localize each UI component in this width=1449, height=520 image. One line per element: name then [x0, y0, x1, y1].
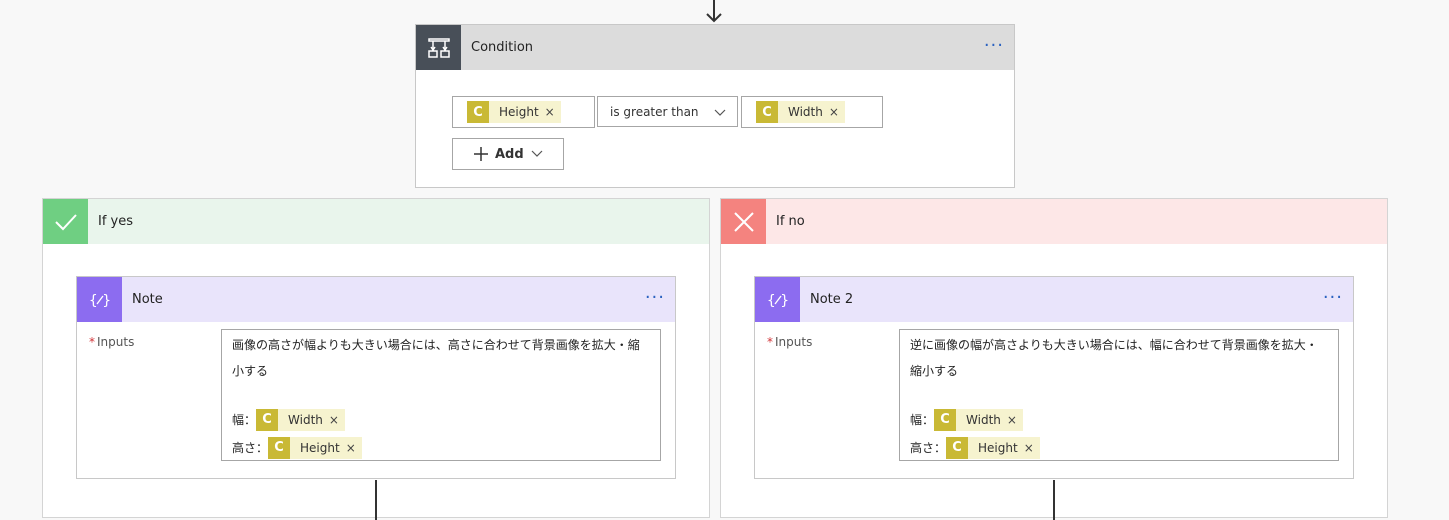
height-line: 高さ： C Height × — [910, 434, 1328, 462]
operator-select[interactable]: is greater than — [597, 96, 738, 127]
note-title: Note — [132, 292, 163, 307]
height-token: C Height × — [946, 437, 1040, 459]
compose-icon: C — [268, 437, 291, 459]
condition-more-menu-icon[interactable]: ··· — [984, 36, 1004, 56]
width-token: C Width × — [934, 409, 1023, 431]
token-label: Height — [499, 105, 539, 119]
width-prefix: 幅： — [232, 413, 257, 427]
note-2-more-menu-icon[interactable]: ··· — [1323, 288, 1343, 308]
note-text-line-1: 画像の高さが幅よりも大きい場合には、高さに合わせて背景画像を拡大・縮 — [232, 338, 640, 352]
inputs-field[interactable]: 画像の高さが幅よりも大きい場合には、高さに合わせて背景画像を拡大・縮 小する 幅… — [221, 329, 661, 461]
note-text-line-2: 小する — [232, 364, 269, 378]
token-remove-icon[interactable]: × — [1024, 435, 1034, 461]
note-card: { } Note ··· * Inputs 画像の高さが幅よりも大きい場合には、高… — [76, 276, 676, 479]
height-token: C Height × — [467, 101, 561, 123]
height-prefix: 高さ： — [232, 441, 269, 455]
if-yes-branch: If yes { } Note ··· * Inputs 画像の高さが幅よりも大き… — [42, 198, 710, 520]
variable-icon: { } — [755, 277, 800, 322]
flow-arrow-down-icon — [704, 0, 724, 24]
token-label: Width — [288, 413, 323, 427]
if-no-branch: If no { } Note 2 ··· * Inputs 逆に画像の幅が高さより… — [720, 198, 1388, 520]
compose-icon: C — [934, 409, 957, 431]
token-remove-icon[interactable]: × — [545, 105, 555, 119]
token-remove-icon[interactable]: × — [329, 407, 339, 433]
width-line: 幅： C Width × — [910, 406, 1328, 434]
variable-icon: { } — [77, 277, 122, 322]
condition-right-operand[interactable]: C Width × — [741, 96, 883, 128]
note-2-title: Note 2 — [810, 292, 854, 307]
condition-icon — [416, 25, 461, 70]
required-asterisk: * — [767, 335, 773, 349]
width-token: C Width × — [756, 101, 845, 123]
token-label: Width — [788, 105, 823, 119]
token-remove-icon[interactable]: × — [1007, 407, 1017, 433]
note-text-line-1: 逆に画像の幅が高さよりも大きい場合には、幅に合わせて背景画像を拡大・ — [910, 338, 1318, 352]
chevron-down-icon — [713, 105, 727, 124]
compose-icon: C — [946, 437, 969, 459]
token-label: Width — [966, 413, 1001, 427]
compose-icon: C — [756, 101, 778, 123]
width-prefix: 幅： — [910, 413, 935, 427]
width-token: C Width × — [256, 409, 345, 431]
token-label: Height — [300, 441, 340, 455]
required-asterisk: * — [89, 335, 95, 349]
plus-icon — [473, 146, 489, 162]
if-no-title: If no — [776, 214, 805, 229]
condition-title: Condition — [471, 40, 534, 55]
inputs-field[interactable]: 逆に画像の幅が高さよりも大きい場合には、幅に合わせて背景画像を拡大・ 縮小する … — [899, 329, 1339, 461]
compose-icon: C — [467, 101, 489, 123]
token-label: Height — [978, 441, 1018, 455]
add-button[interactable]: Add — [452, 138, 564, 170]
height-prefix: 高さ： — [910, 441, 947, 455]
height-line: 高さ： C Height × — [232, 434, 650, 462]
chevron-down-icon — [530, 147, 544, 161]
add-button-label: Add — [495, 146, 524, 162]
close-icon — [721, 199, 766, 244]
note-header[interactable]: { } Note ··· — [77, 277, 675, 322]
token-remove-icon[interactable]: × — [829, 105, 839, 119]
compose-icon: C — [256, 409, 279, 431]
width-line: 幅： C Width × — [232, 406, 650, 434]
if-yes-title: If yes — [98, 214, 134, 229]
note-2-card: { } Note 2 ··· * Inputs 逆に画像の幅が高さよりも大きい場合… — [754, 276, 1354, 479]
token-remove-icon[interactable]: × — [346, 435, 356, 461]
note-text-line-2: 縮小する — [910, 364, 959, 378]
height-token: C Height × — [268, 437, 362, 459]
condition-header[interactable]: Condition ··· — [416, 25, 1014, 70]
condition-card: Condition ··· C Height × is greater than… — [415, 24, 1015, 188]
note-2-header[interactable]: { } Note 2 ··· — [755, 277, 1353, 322]
checkmark-icon — [43, 199, 88, 244]
flow-connector — [375, 480, 377, 520]
condition-left-operand[interactable]: C Height × — [452, 96, 595, 128]
inputs-label: * Inputs — [767, 335, 813, 349]
operator-value: is greater than — [610, 105, 699, 119]
flow-connector — [1053, 480, 1055, 520]
if-no-header[interactable]: If no — [721, 199, 1387, 244]
if-yes-header[interactable]: If yes — [43, 199, 709, 244]
note-more-menu-icon[interactable]: ··· — [645, 288, 665, 308]
inputs-label: * Inputs — [89, 335, 135, 349]
